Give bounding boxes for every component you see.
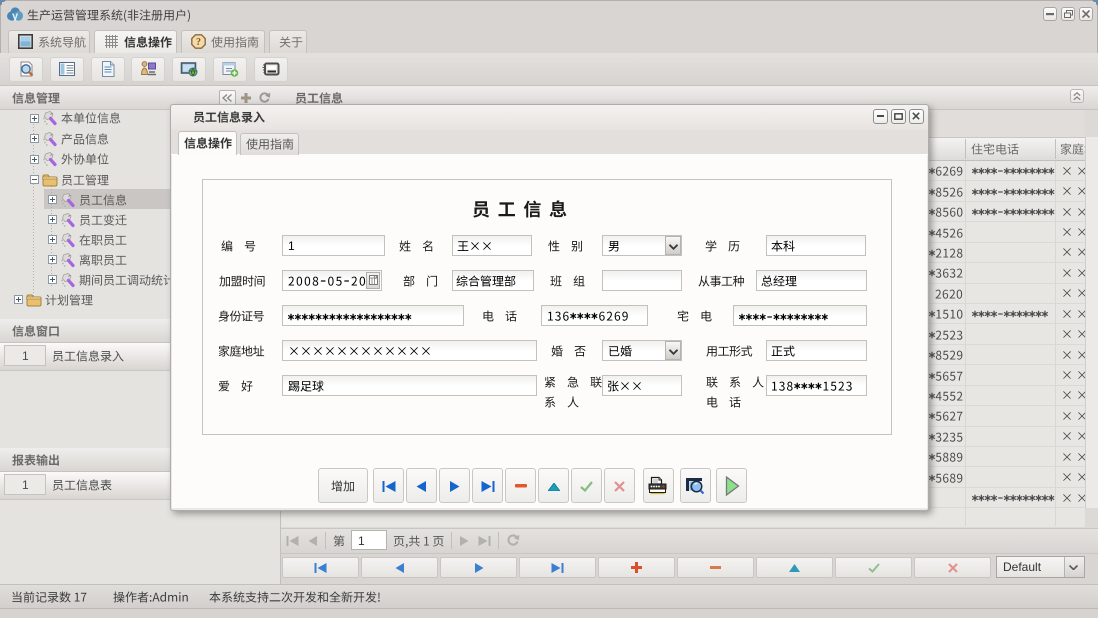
svg-text:?: ? (196, 37, 201, 48)
svg-text:y: y (12, 11, 19, 22)
